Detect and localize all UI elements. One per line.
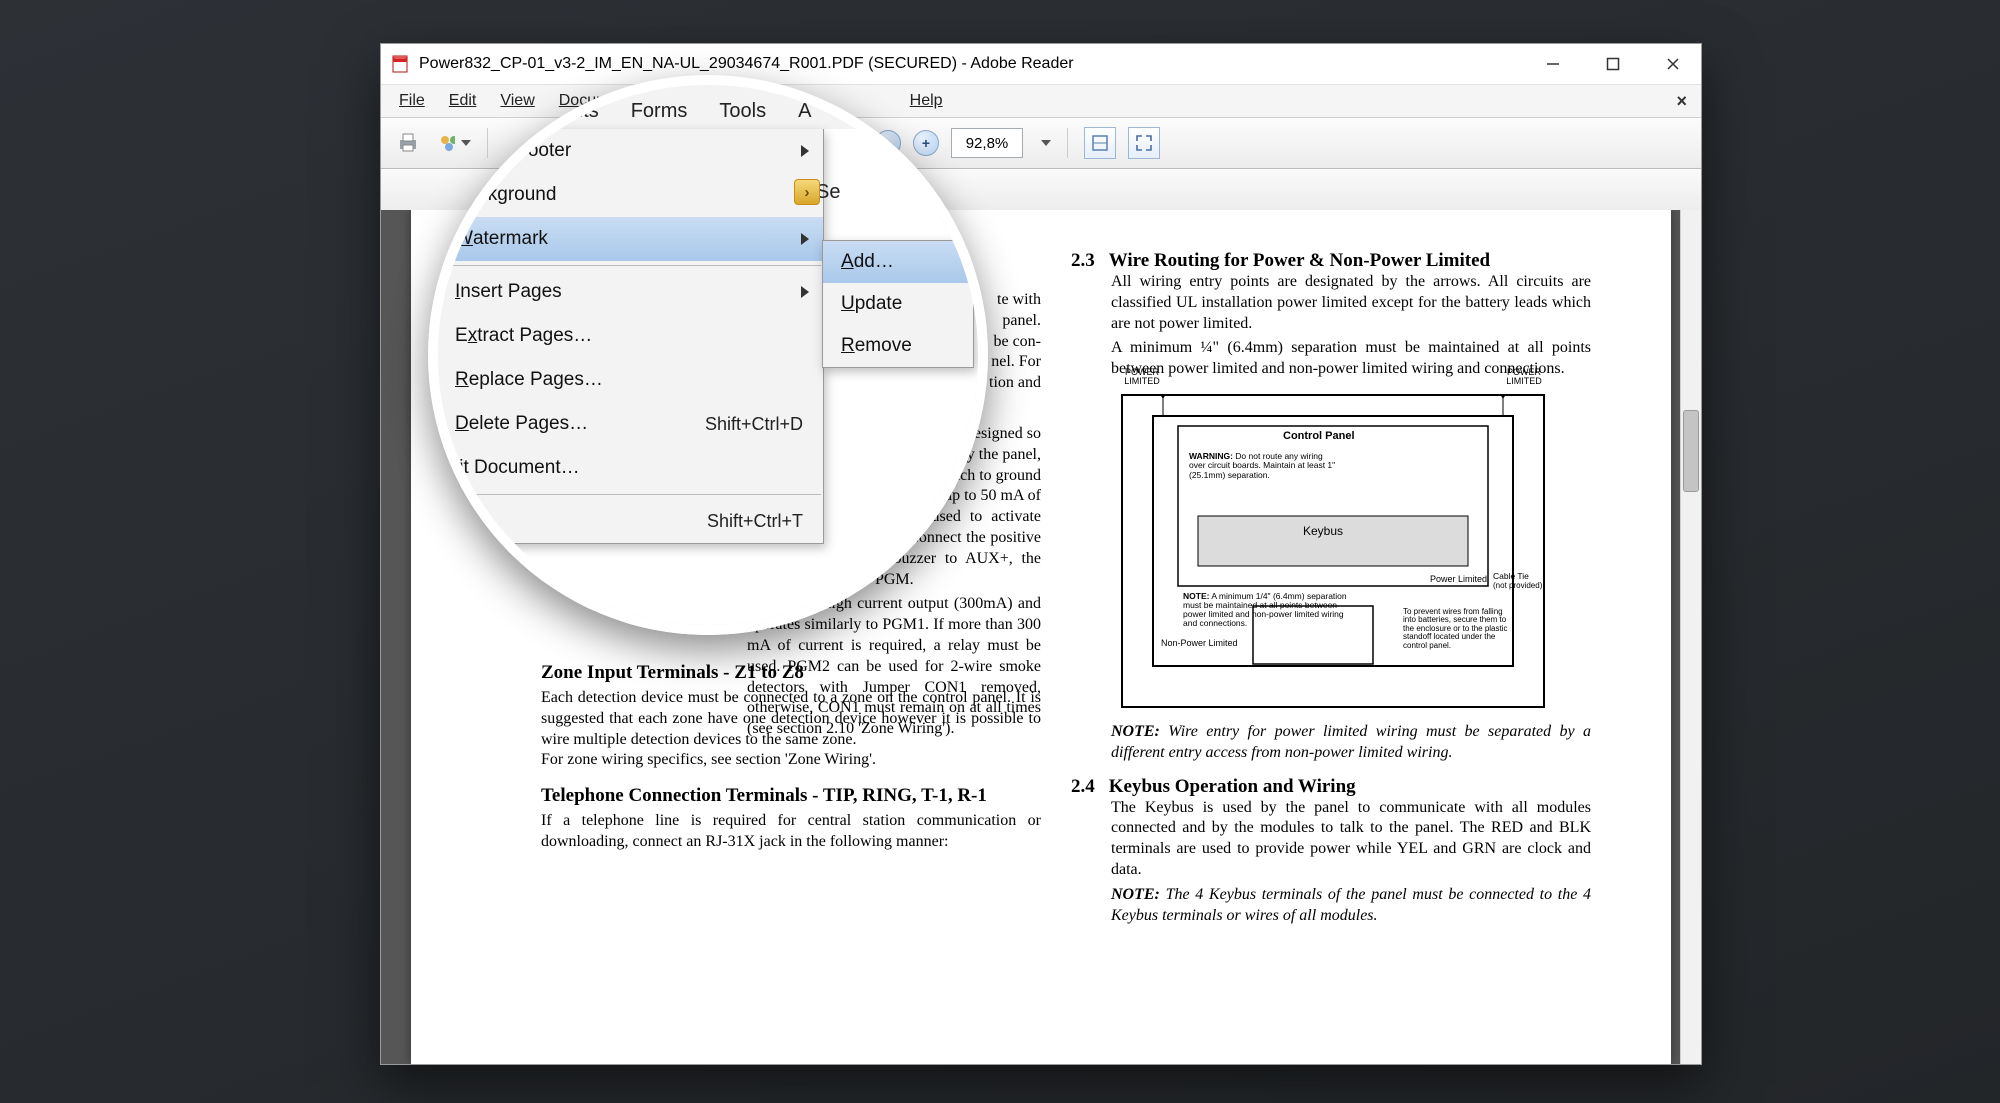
menu-file[interactable]: File bbox=[389, 88, 435, 114]
menu-document[interactable]: Document bbox=[549, 88, 642, 114]
fit-page-icon[interactable] bbox=[1128, 127, 1160, 159]
minimize-button[interactable] bbox=[1543, 54, 1563, 74]
toolbar-separator bbox=[858, 128, 859, 158]
body-text: The Keybus is used by the panel to commu… bbox=[1111, 798, 1591, 881]
menu-spacer bbox=[646, 97, 896, 105]
zoom-dropdown-icon[interactable] bbox=[1041, 140, 1051, 146]
menubar: File Edit View Document Help × bbox=[381, 85, 1701, 118]
body-text: For zone wiring specifics, see section '… bbox=[541, 750, 1041, 771]
menu-edit[interactable]: Edit bbox=[439, 88, 487, 114]
app-window: Power832_CP-01_v3-2_IM_EN_NA-UL_29034674… bbox=[380, 43, 1702, 1065]
text-fragment: panel. bbox=[541, 311, 1041, 332]
pdf-icon bbox=[391, 54, 411, 74]
section-heading: Telephone Connection Terminals - TIP, RI… bbox=[541, 785, 1041, 807]
text-fragment: sink up to 50 mA of bbox=[747, 486, 1041, 507]
toolbar-separator bbox=[487, 128, 488, 158]
body-text: All wiring entry points are designated b… bbox=[1111, 272, 1591, 334]
note-text: NOTE: Wire entry for power limited wirin… bbox=[1111, 722, 1591, 764]
svg-text:COM: COM bbox=[600, 593, 626, 605]
window-controls bbox=[1543, 54, 1695, 74]
right-column: 2.3 Wire Routing for Power & Non-Power L… bbox=[1071, 250, 1591, 926]
dropdown-icon[interactable] bbox=[832, 140, 842, 146]
svg-text:NO: NO bbox=[651, 593, 668, 605]
text-fragment: nel. For bbox=[541, 352, 1041, 373]
text-fragment: te with bbox=[541, 290, 1041, 311]
note-text: NOTE: The 4 Keybus terminals of the pane… bbox=[1111, 885, 1591, 927]
svg-text:RM-1C: RM-1C bbox=[614, 513, 658, 529]
zoom-in-button[interactable]: + bbox=[913, 130, 939, 156]
svg-text:NC: NC bbox=[628, 593, 644, 605]
window-title: Power832_CP-01_v3-2_IM_EN_NA-UL_29034674… bbox=[419, 55, 1074, 73]
text-fragment: tion and bbox=[541, 373, 1041, 394]
toolbar: – + 92,8% bbox=[381, 118, 1701, 169]
text-fragment: be con- bbox=[541, 332, 1041, 353]
wiring-diagram: POWER LIMITED POWER LIMITED bbox=[1121, 394, 1545, 708]
document-area: te with panel. be con- nel. For tion and… bbox=[381, 210, 1701, 1064]
toolbar-separator bbox=[1067, 128, 1068, 158]
left-column: te with panel. be con- nel. For tion and… bbox=[541, 290, 1041, 853]
section-heading: 2.4 Keybus Operation and Wiring bbox=[1071, 776, 1591, 798]
text-fragment: ed by the panel, bbox=[747, 445, 1041, 466]
svg-text:DSC: DSC bbox=[621, 496, 651, 512]
text-fragment: s designed so bbox=[747, 424, 1041, 445]
zoom-value[interactable]: 92,8% bbox=[951, 128, 1023, 158]
menu-view[interactable]: View bbox=[490, 88, 544, 114]
menu-help[interactable]: Help bbox=[900, 88, 953, 114]
pdf-page: te with panel. be con- nel. For tion and… bbox=[411, 210, 1671, 1064]
vertical-scrollbar[interactable] bbox=[1680, 210, 1701, 1064]
titlebar: Power832_CP-01_v3-2_IM_EN_NA-UL_29034674… bbox=[381, 44, 1701, 85]
findbar bbox=[381, 169, 1701, 214]
collab-icon[interactable] bbox=[437, 126, 471, 160]
menubar-close-icon[interactable]: × bbox=[1670, 91, 1693, 112]
fit-width-icon[interactable] bbox=[1084, 127, 1116, 159]
section-heading: 2.3 Wire Routing for Power & Non-Power L… bbox=[1071, 250, 1591, 272]
body-text: Each detection device must be connected … bbox=[541, 688, 1041, 750]
close-button[interactable] bbox=[1663, 54, 1683, 74]
desktop: Power832_CP-01_v3-2_IM_EN_NA-UL_29034674… bbox=[0, 0, 2000, 1103]
body-text: ent. These PGMs can be used to activate … bbox=[747, 507, 1041, 590]
body-text: If a telephone line is required for cent… bbox=[541, 811, 1041, 853]
zoom-out-button[interactable]: – bbox=[875, 130, 901, 156]
maximize-button[interactable] bbox=[1603, 54, 1623, 74]
scrollbar-thumb[interactable] bbox=[1683, 410, 1699, 492]
print-icon[interactable] bbox=[391, 126, 425, 160]
text-fragment: ll switch to ground bbox=[747, 466, 1041, 487]
